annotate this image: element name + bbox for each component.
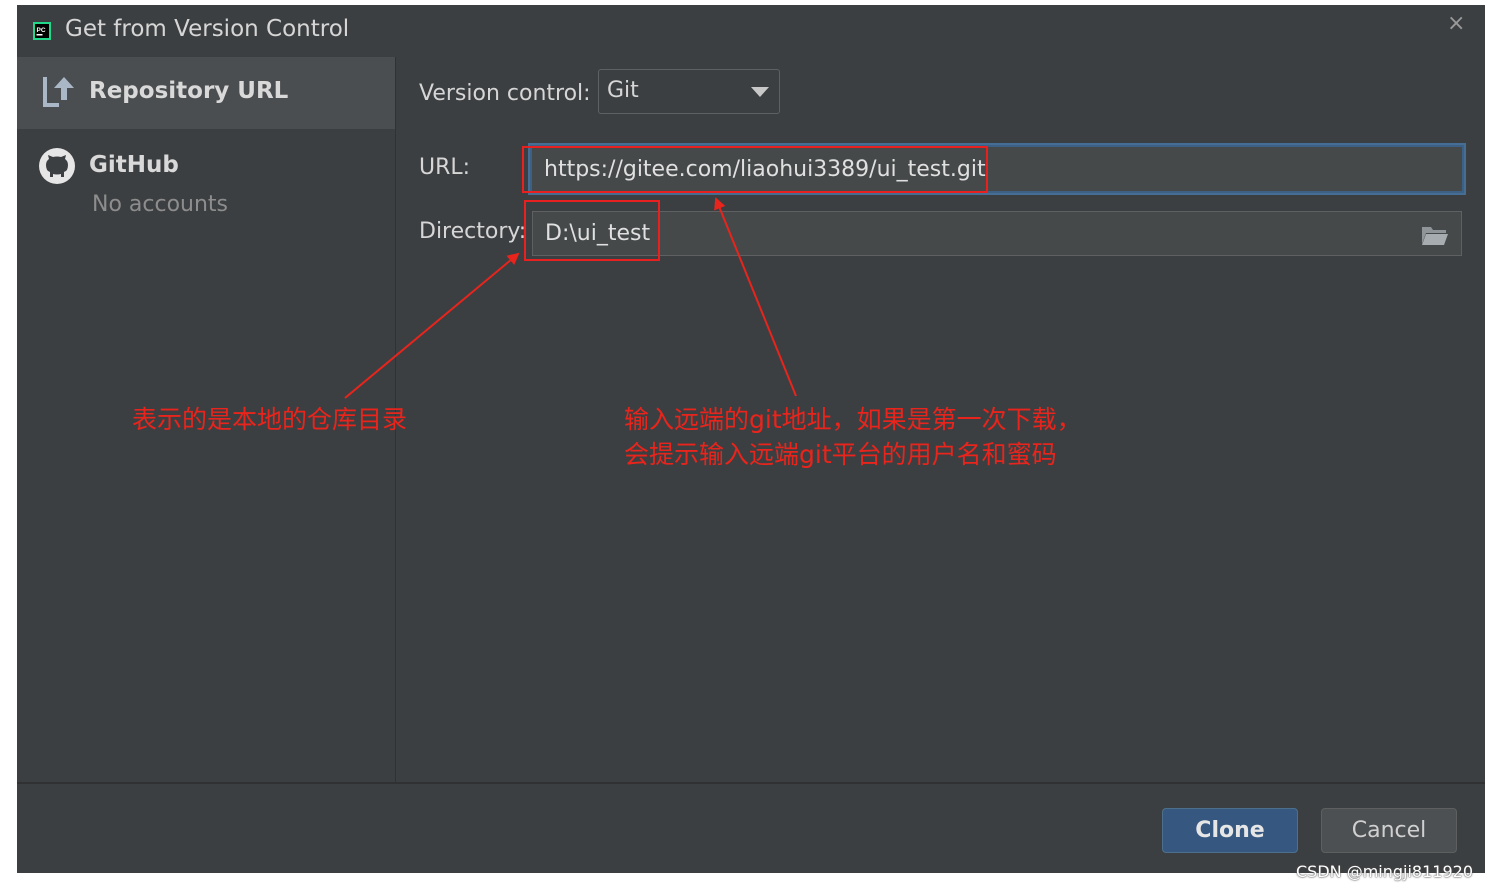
version-control-value: Git xyxy=(607,78,639,103)
chevron-down-icon xyxy=(751,87,769,97)
folder-browse-icon[interactable] xyxy=(1421,224,1449,246)
directory-input[interactable] xyxy=(545,212,1405,255)
title-bar: PC Get from Version Control × xyxy=(17,5,1485,57)
cancel-button[interactable]: Cancel xyxy=(1321,808,1457,853)
dialog-footer: Clone Cancel xyxy=(17,782,1485,873)
sidebar-item-label: Repository URL xyxy=(89,78,289,104)
url-annotation-line1: 输入远端的git地址，如果是第一次下载， xyxy=(624,405,1082,434)
watermark: CSDN @mingji811920 xyxy=(1296,862,1473,881)
dialog-title: Get from Version Control xyxy=(65,16,350,42)
url-annotation-line2: 会提示输入远端git平台的用户名和蜜码 xyxy=(624,440,1057,469)
directory-label: Directory: xyxy=(419,219,527,244)
github-accounts-status: No accounts xyxy=(92,192,229,217)
sidebar-item-repository-url[interactable]: Repository URL xyxy=(17,57,395,129)
directory-field[interactable] xyxy=(532,211,1462,256)
url-highlight-box xyxy=(522,146,988,193)
directory-highlight-box xyxy=(524,200,660,261)
url-label: URL: xyxy=(419,155,471,180)
svg-text:PC: PC xyxy=(37,27,46,34)
version-control-label: Version control: xyxy=(419,81,591,106)
pycharm-app-icon: PC xyxy=(33,22,51,40)
clone-button[interactable]: Clone xyxy=(1162,808,1298,853)
github-icon xyxy=(39,148,75,184)
vcs-push-icon xyxy=(43,77,74,107)
sidebar-item-label: GitHub xyxy=(89,152,179,178)
version-control-dropdown[interactable]: Git xyxy=(598,69,780,114)
close-icon[interactable]: × xyxy=(1447,11,1465,36)
directory-annotation: 表示的是本地的仓库目录 xyxy=(132,405,408,434)
